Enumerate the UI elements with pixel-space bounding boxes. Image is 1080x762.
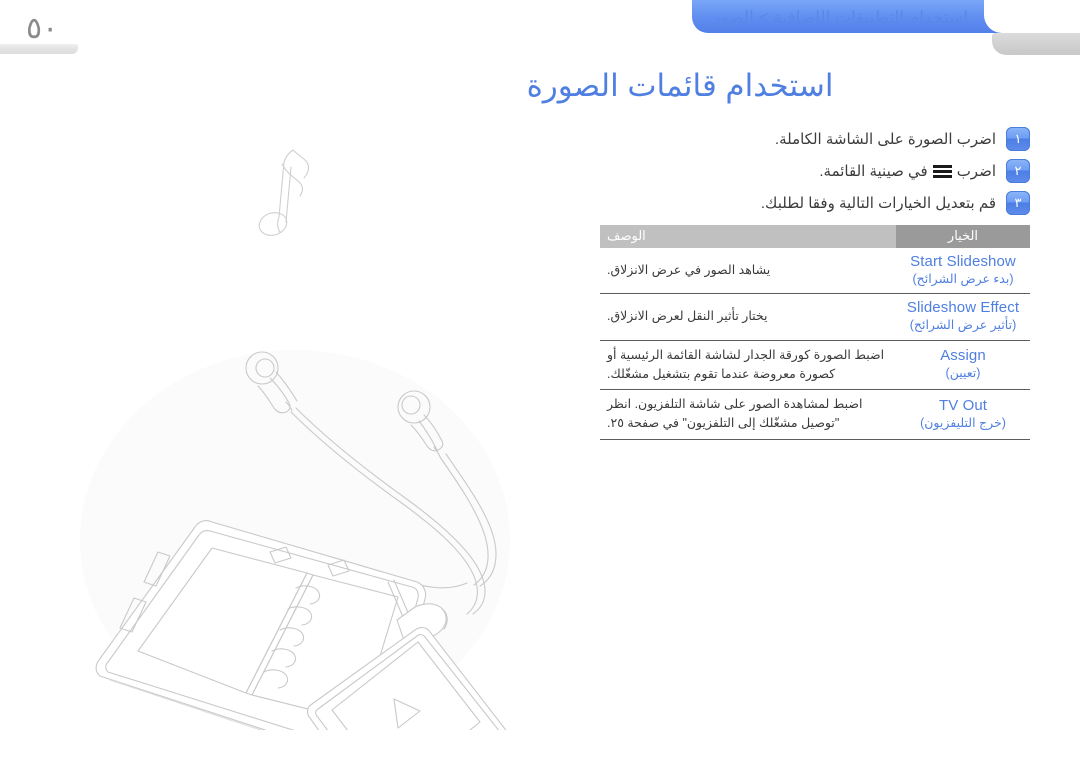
play-triangle-icon <box>393 698 421 729</box>
step-badge-3: ٣ <box>1006 191 1030 215</box>
step-text-2: اضرب في صينية القائمة. <box>550 162 996 180</box>
page-title: استخدام قائمات الصورة <box>526 68 834 103</box>
table-row: Start Slideshow (بدء عرض الشرائح) يشاهد … <box>600 248 1030 295</box>
music-note-icon <box>258 149 309 236</box>
earbud-left-icon <box>245 351 298 414</box>
step-text-3: قم بتعديل الخيارات التالية وفقا لطلبك. <box>550 194 996 212</box>
table-body: Start Slideshow (بدء عرض الشرائح) يشاهد … <box>600 248 1030 440</box>
step-item-3: ٣ قم بتعديل الخيارات التالية وفقا لطلبك. <box>550 190 1030 216</box>
header-banner-notch <box>984 0 1080 33</box>
header-gray-tab <box>992 33 1080 55</box>
option-label-en: Slideshow Effect <box>906 299 1020 317</box>
option-label-en: TV Out <box>938 396 988 414</box>
step-text-2-before: اضرب <box>956 163 996 180</box>
step-text-2-after: في صينية القائمة. <box>819 163 928 180</box>
option-label-ar: (بدء عرض الشرائح) <box>912 271 1014 286</box>
earphone-cables <box>290 407 497 615</box>
table-row: Slideshow Effect (تأثير عرض الشرائح) يخت… <box>600 293 1030 341</box>
step-item-2: ٢ اضرب في صينية القائمة. <box>550 158 1030 184</box>
table-row: TV Out (خرج التليفزيون) اضبط لمشاهدة الص… <box>600 389 1030 440</box>
manual-page: استخدام التطبيقات الإضافية > الصور ٥٠ اس… <box>0 0 1080 762</box>
option-label-ar: (تعيين) <box>945 366 981 381</box>
earbud-right-icon <box>397 390 444 458</box>
step-text-1: اضرب الصورة على الشاشة الكاملة. <box>550 130 996 148</box>
option-cell-assign: Assign (تعيين) <box>896 340 1030 391</box>
picture-menu-options-table: الخيار الوصف Start Slideshow (بدء عرض ال… <box>600 225 1030 440</box>
page-number-rule <box>0 44 78 54</box>
table-header-row: الخيار الوصف <box>600 225 1030 248</box>
description-cell-tv-out: اضبط لمشاهدة الصور على شاشة التلفزيون. ا… <box>600 389 896 440</box>
column-header-option: الخيار <box>896 225 1030 248</box>
step-badge-1: ١ <box>1006 127 1030 151</box>
step-text-3-part: قم بتعديل الخيارات التالية وفقا لطلبك. <box>760 195 996 212</box>
breadcrumb: استخدام التطبيقات الإضافية > الصور <box>712 8 968 27</box>
page-number: ٥٠ <box>26 12 59 45</box>
hamburger-menu-icon <box>932 164 952 178</box>
description-cell-assign: اضبط الصورة كورقة الجدار لشاشة القائمة ا… <box>600 340 896 391</box>
option-label-ar: (خرج التليفزيون) <box>920 415 1006 430</box>
step-text-1-part: اضرب الصورة على الشاشة الكاملة. <box>774 131 996 148</box>
steps-list: ١ اضرب الصورة على الشاشة الكاملة. ٢ اضرب… <box>550 126 1030 222</box>
table-head: الخيار الوصف <box>600 225 1030 248</box>
binder-rings <box>263 585 321 689</box>
column-header-description: الوصف <box>600 225 896 248</box>
illustration-earphones-planner <box>60 110 520 730</box>
ring-binder-planner-icon <box>95 520 448 730</box>
portable-player-icon <box>307 627 507 730</box>
option-label-en: Assign <box>940 347 986 365</box>
option-cell-tv-out: TV Out (خرج التليفزيون) <box>896 389 1030 440</box>
description-cell-slideshow-effect: يختار تأثير النقل لعرض الانزلاق. <box>600 293 896 341</box>
option-label-ar: (تأثير عرض الشرائح) <box>909 318 1017 333</box>
option-cell-start-slideshow: Start Slideshow (بدء عرض الشرائح) <box>896 248 1030 295</box>
option-cell-slideshow-effect: Slideshow Effect (تأثير عرض الشرائح) <box>896 293 1030 341</box>
option-label-en: Start Slideshow <box>910 253 1016 270</box>
step-badge-2: ٢ <box>1006 159 1030 183</box>
table-row: Assign (تعيين) اضبط الصورة كورقة الجدار … <box>600 340 1030 391</box>
description-cell-start-slideshow: يشاهد الصور في عرض الانزلاق. <box>600 248 896 295</box>
step-item-1: ١ اضرب الصورة على الشاشة الكاملة. <box>550 126 1030 152</box>
